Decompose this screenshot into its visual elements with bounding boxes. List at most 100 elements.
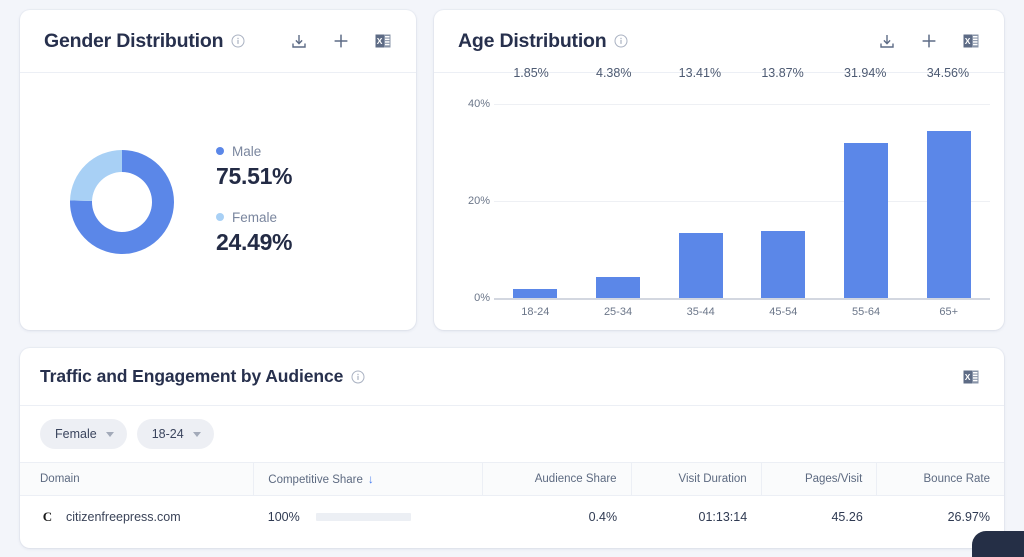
column-header-domain[interactable]: Domain — [20, 463, 254, 496]
chevron-down-icon — [193, 432, 201, 437]
traffic-card-header: Traffic and Engagement by Audience X — [20, 348, 1004, 406]
x-axis-tick-label: 55-64 — [825, 306, 908, 318]
y-axis-tick-label: 40% — [468, 98, 490, 110]
bar-series: 1.85% 4.38% 13.41% 13.87% 31.94% 34.56% — [494, 85, 990, 298]
legend-item-male: Male 75.51% — [216, 144, 292, 190]
plus-icon[interactable] — [330, 30, 352, 52]
bar-slot: 31.94% — [825, 85, 908, 298]
traffic-card-actions: X — [960, 366, 982, 388]
bar-45-54[interactable]: 13.87% — [761, 231, 805, 298]
column-header-competitive-share[interactable]: Competitive Share ↓ — [254, 463, 483, 496]
download-icon[interactable] — [288, 30, 310, 52]
column-header-audience-share[interactable]: Audience Share — [483, 463, 631, 496]
legend-label-male: Male — [232, 144, 261, 159]
info-icon[interactable] — [231, 34, 245, 48]
gender-chart-body: Male 75.51% Female 24.49% — [20, 73, 416, 330]
bar-35-44[interactable]: 13.41% — [679, 233, 723, 298]
filter-age-dropdown[interactable]: 18-24 — [137, 419, 214, 449]
bar-value-label: 13.87% — [761, 66, 803, 80]
bar-slot: 4.38% — [577, 85, 660, 298]
gender-card-actions: X — [288, 30, 394, 52]
corner-widget[interactable] — [972, 531, 1024, 557]
page-title-traffic: Traffic and Engagement by Audience — [40, 366, 343, 387]
bar-value-label: 31.94% — [844, 66, 886, 80]
column-header-bounce-rate[interactable]: Bounce Rate — [877, 463, 1004, 496]
legend-label-female: Female — [232, 210, 277, 225]
gender-legend: Male 75.51% Female 24.49% — [216, 144, 292, 260]
gender-donut-chart — [62, 142, 182, 262]
bar-value-label: 4.38% — [596, 66, 631, 80]
y-axis-tick-label: 0% — [474, 292, 490, 304]
cell-domain: C citizenfreepress.com — [20, 496, 254, 538]
download-icon[interactable] — [876, 30, 898, 52]
excel-export-icon[interactable]: X — [960, 30, 982, 52]
cell-visit-duration: 01:13:14 — [631, 496, 761, 538]
info-icon[interactable] — [614, 34, 628, 48]
audience-table: Domain Competitive Share ↓ Audience Share… — [20, 462, 1004, 537]
gender-distribution-card: Gender Distribution — [20, 10, 416, 330]
bar-value-label: 13.41% — [679, 66, 721, 80]
page-title-gender: Gender Distribution — [44, 30, 223, 53]
filter-gender-label: Female — [55, 427, 97, 441]
svg-text:X: X — [377, 36, 383, 46]
sort-descending-icon: ↓ — [368, 472, 374, 486]
svg-text:X: X — [965, 372, 971, 382]
chevron-down-icon — [106, 432, 114, 437]
table-body: C citizenfreepress.com 100% 0.4% 01:13:1… — [20, 496, 1004, 538]
column-header-competitive-share-label: Competitive Share — [268, 474, 363, 486]
bar-slot: 34.56% — [907, 85, 990, 298]
page-title-age: Age Distribution — [458, 30, 606, 53]
filter-gender-dropdown[interactable]: Female — [40, 419, 127, 449]
table-header: Domain Competitive Share ↓ Audience Share… — [20, 463, 1004, 496]
age-distribution-card: Age Distribution — [434, 10, 1004, 330]
x-axis-tick-label: 18-24 — [494, 306, 577, 318]
table-row[interactable]: C citizenfreepress.com 100% 0.4% 01:13:1… — [20, 496, 1004, 538]
table-header-row: Domain Competitive Share ↓ Audience Share… — [20, 463, 1004, 496]
bar-65+[interactable]: 34.56% — [927, 131, 971, 298]
competitive-share-value: 100% — [268, 510, 300, 524]
gender-card-header: Gender Distribution — [20, 10, 416, 73]
age-card-actions: X — [876, 30, 982, 52]
bar-slot: 13.87% — [742, 85, 825, 298]
y-axis-tick-label: 20% — [468, 195, 490, 207]
x-axis-tick-label: 25-34 — [577, 306, 660, 318]
bar-value-label: 1.85% — [513, 66, 548, 80]
x-axis-tick-label: 35-44 — [659, 306, 742, 318]
legend-dot-male — [216, 147, 224, 155]
column-header-pages-visit[interactable]: Pages/Visit — [761, 463, 877, 496]
traffic-engagement-card: Traffic and Engagement by Audience X — [20, 348, 1004, 548]
column-header-visit-duration[interactable]: Visit Duration — [631, 463, 761, 496]
plus-icon[interactable] — [918, 30, 940, 52]
dashboard-page: Gender Distribution — [0, 0, 1024, 547]
bar-value-label: 34.56% — [927, 66, 969, 80]
svg-text:X: X — [965, 36, 971, 46]
excel-export-icon[interactable]: X — [960, 366, 982, 388]
cell-audience-share: 0.4% — [483, 496, 631, 538]
cell-competitive-share: 100% — [254, 496, 483, 538]
excel-export-icon[interactable]: X — [372, 30, 394, 52]
legend-dot-female — [216, 213, 224, 221]
site-favicon-icon: C — [40, 509, 55, 524]
x-axis-labels: 18-2425-3435-4445-5455-6465+ — [494, 306, 990, 318]
legend-value-female: 24.49% — [216, 229, 292, 256]
legend-value-male: 75.51% — [216, 163, 292, 190]
bar-slot: 13.41% — [659, 85, 742, 298]
competitive-share-bar — [316, 513, 411, 521]
domain-link[interactable]: citizenfreepress.com — [66, 510, 181, 524]
age-chart-body: 0% 20% 40% 1.85% 4.38% 13.41% 13.87% 31.94% 34.5… — [434, 73, 1004, 330]
age-bar-chart: 0% 20% 40% 1.85% 4.38% 13.41% 13.87% 31.94% 34.5… — [448, 85, 990, 322]
bar-18-24[interactable]: 1.85% — [513, 289, 557, 298]
cell-pages-visit: 45.26 — [761, 496, 877, 538]
age-card-header: Age Distribution — [434, 10, 1004, 73]
x-axis-tick-label: 65+ — [907, 306, 990, 318]
bar-slot: 1.85% — [494, 85, 577, 298]
x-axis-tick-label: 45-54 — [742, 306, 825, 318]
charts-row: Gender Distribution — [20, 10, 1004, 330]
bar-55-64[interactable]: 31.94% — [844, 143, 888, 298]
info-icon[interactable] — [351, 370, 365, 384]
gridline — [494, 298, 990, 300]
bar-25-34[interactable]: 4.38% — [596, 277, 640, 298]
legend-item-female: Female 24.49% — [216, 210, 292, 256]
filter-age-label: 18-24 — [152, 427, 184, 441]
audience-filters: Female 18-24 — [20, 406, 1004, 462]
